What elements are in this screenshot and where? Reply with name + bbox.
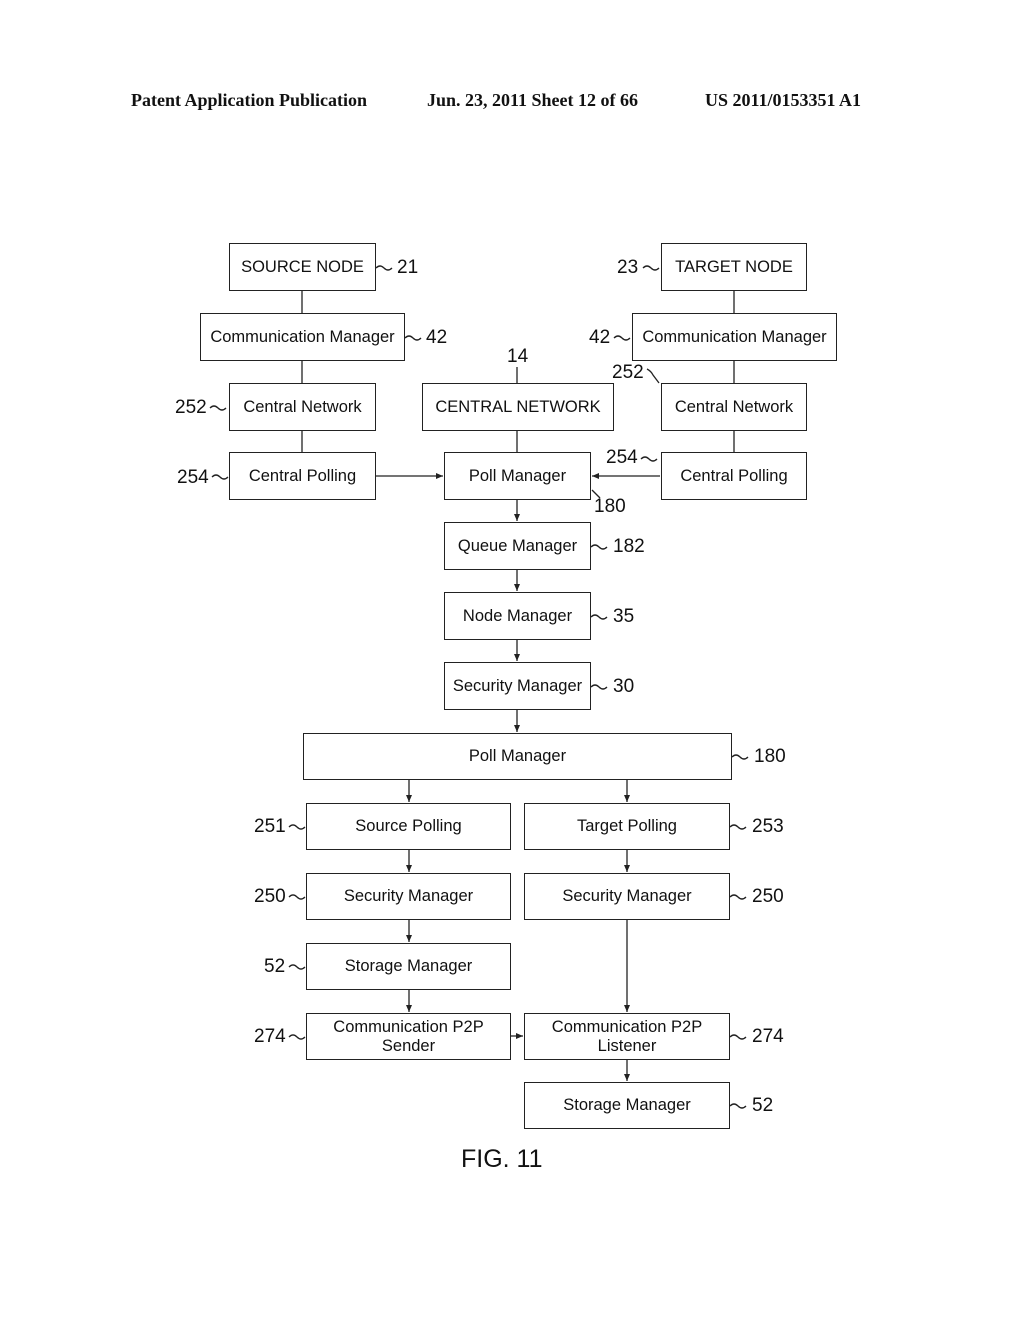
- ref-target-polling: 253: [752, 816, 784, 837]
- ref-comm-mgr-right: 42: [589, 327, 611, 348]
- ref-poll-manager-top: 180: [594, 496, 626, 517]
- leader-42-right: [613, 335, 631, 341]
- ref-security-manager-left: 250: [254, 886, 286, 907]
- leader-254-left: [211, 474, 229, 480]
- source-polling-box: Source Polling: [306, 803, 511, 850]
- ref-node-manager: 35: [613, 606, 635, 627]
- ref-comm-mgr-left: 42: [426, 327, 448, 348]
- source-node-box: SOURCE NODE: [229, 243, 376, 291]
- ref-source-polling: 251: [254, 816, 286, 837]
- figure-label: FIG. 11: [461, 1145, 543, 1173]
- leader-180-wide: [731, 754, 749, 760]
- central-polling-left-box: Central Polling: [229, 452, 376, 500]
- leader-251: [288, 824, 306, 830]
- communication-manager-left-box: Communication Manager: [200, 313, 405, 361]
- communication-manager-right-box: Communication Manager: [632, 313, 837, 361]
- ref-security-manager-right: 250: [752, 886, 784, 907]
- ref-storage-manager-bottom: 52: [752, 1095, 774, 1116]
- communication-p2p-listener-box: Communication P2P Listener: [524, 1013, 730, 1060]
- date-sheet-label: Jun. 23, 2011 Sheet 12 of 66: [427, 90, 639, 110]
- ref-comm-p2p-sender: 274: [254, 1026, 286, 1047]
- leader-52-bottom: [729, 1103, 747, 1109]
- leader-252-left: [209, 405, 227, 411]
- ref-queue-manager: 182: [613, 536, 645, 557]
- target-node-box: TARGET NODE: [661, 243, 807, 291]
- publication-number: US 2011/0153351 A1: [705, 90, 862, 110]
- leader-182: [590, 544, 608, 550]
- leader-250-right: [729, 894, 747, 900]
- ref-central-polling-left: 254: [177, 467, 209, 488]
- ref-poll-manager-wide: 180: [754, 746, 786, 767]
- connector-lines: [209, 265, 749, 1109]
- central-network-left-box: Central Network: [229, 383, 376, 431]
- central-network-main-box: CENTRAL NETWORK: [422, 383, 614, 431]
- poll-manager-wide-box: Poll Manager: [303, 733, 732, 780]
- leader-52-left: [288, 964, 306, 970]
- leader-274-left: [288, 1034, 306, 1040]
- leader-274-right: [729, 1034, 747, 1040]
- ref-central-network-right: 252: [612, 362, 644, 383]
- leader-35: [590, 614, 608, 620]
- security-manager-mid-box: Security Manager: [444, 662, 591, 710]
- security-manager-right-box: Security Manager: [524, 873, 730, 920]
- leader-252-right: [646, 368, 660, 384]
- storage-manager-bottom-box: Storage Manager: [524, 1082, 730, 1129]
- ref-central-network-main: 14: [507, 346, 529, 367]
- node-manager-box: Node Manager: [444, 592, 591, 640]
- ref-security-manager-mid: 30: [613, 676, 635, 697]
- leader-21: [375, 265, 393, 271]
- poll-manager-top-box: Poll Manager: [444, 452, 591, 500]
- ref-source-node: 21: [397, 257, 419, 278]
- storage-manager-left-box: Storage Manager: [306, 943, 511, 990]
- ref-comm-p2p-listener: 274: [752, 1026, 784, 1047]
- security-manager-left-box: Security Manager: [306, 873, 511, 920]
- queue-manager-box: Queue Manager: [444, 522, 591, 570]
- leader-254-right: [640, 456, 658, 462]
- leader-253: [729, 824, 747, 830]
- leader-42-left: [404, 335, 422, 341]
- central-network-right-box: Central Network: [661, 383, 807, 431]
- leader-30: [590, 684, 608, 690]
- ref-central-network-left: 252: [175, 397, 207, 418]
- publication-label: Patent Application Publication: [131, 90, 368, 110]
- communication-p2p-sender-box: Communication P2P Sender: [306, 1013, 511, 1060]
- ref-storage-manager-left: 52: [264, 956, 286, 977]
- ref-central-polling-right: 254: [606, 447, 638, 468]
- leader-23: [642, 265, 660, 271]
- ref-target-node: 23: [617, 257, 639, 278]
- central-polling-right-box: Central Polling: [661, 452, 807, 500]
- target-polling-box: Target Polling: [524, 803, 730, 850]
- leader-250-left: [288, 894, 306, 900]
